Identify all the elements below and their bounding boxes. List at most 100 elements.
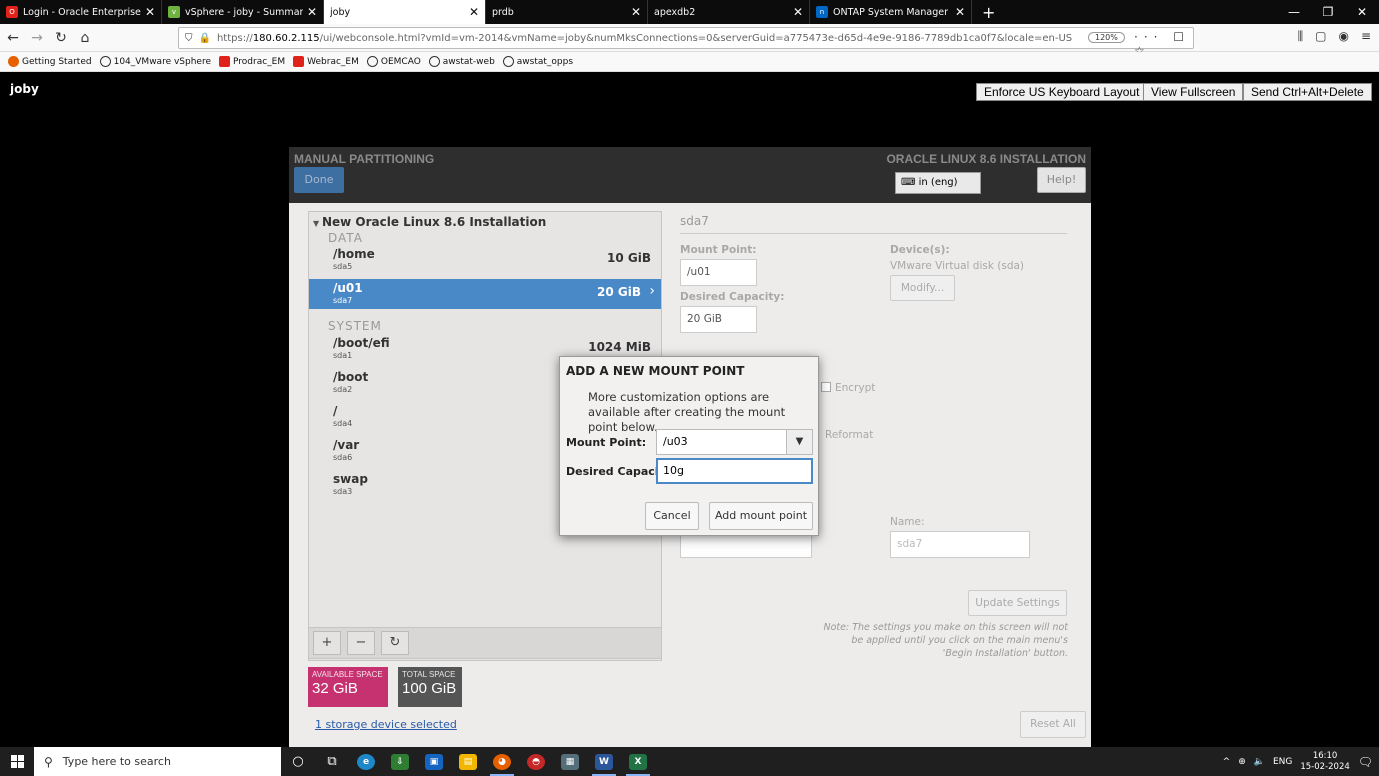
- bookmark-prodrac[interactable]: Prodrac_EM: [219, 56, 285, 67]
- close-window-icon[interactable]: ✕: [1345, 0, 1379, 24]
- enforce-keyboard-button[interactable]: Enforce US Keyboard Layout: [976, 83, 1148, 101]
- cortana-icon[interactable]: ○: [281, 747, 315, 776]
- toolbar-right: ⫼ ▢ ◉ ≡: [1298, 29, 1371, 44]
- keyboard-icon: ⌨: [901, 177, 919, 188]
- restore-icon[interactable]: ❐: [1311, 0, 1345, 24]
- clock[interactable]: 16:10 15-02-2024: [1300, 751, 1349, 773]
- firefox-icon[interactable]: ◕: [485, 747, 519, 776]
- bookmark-webrac[interactable]: Webrac_EM: [293, 56, 359, 67]
- mount-size: 10 GiB: [607, 251, 651, 265]
- mount-point-combo[interactable]: /u03 ▼: [656, 429, 813, 455]
- close-icon[interactable]: ✕: [955, 5, 965, 19]
- excel-icon[interactable]: X: [621, 747, 655, 776]
- modify-button[interactable]: Modify...: [890, 275, 955, 301]
- library-icon[interactable]: ⫼: [1298, 29, 1304, 44]
- oracle-icon: [219, 56, 231, 67]
- send-ctrl-alt-delete-button[interactable]: Send Ctrl+Alt+Delete: [1243, 83, 1372, 101]
- done-button[interactable]: Done: [294, 167, 344, 193]
- app-swirl-icon[interactable]: ◓: [519, 747, 553, 776]
- oracle-icon: [293, 56, 305, 67]
- bookmark-vsphere[interactable]: 104_VMware vSphere: [99, 56, 211, 67]
- add-icon[interactable]: +: [313, 631, 341, 655]
- firefox-icon: [8, 56, 19, 67]
- windows-taskbar: ⚲ Type here to search ○ ⧉ e ⇩ ▣ ▤ ◕ ◓ ▦ …: [0, 747, 1379, 776]
- storage-device-link[interactable]: 1 storage device selected: [315, 718, 457, 731]
- keyboard-label: in (eng): [918, 177, 958, 188]
- help-button[interactable]: Help!: [1037, 167, 1086, 193]
- word-icon[interactable]: W: [587, 747, 621, 776]
- spoke-title: MANUAL PARTITIONING: [294, 152, 435, 166]
- bookmark-awstat-opps[interactable]: awstat_opps: [502, 56, 573, 67]
- remove-icon[interactable]: −: [347, 631, 375, 655]
- edge-icon[interactable]: e: [349, 747, 383, 776]
- minimize-icon[interactable]: —: [1277, 0, 1311, 24]
- forward-icon[interactable]: →: [26, 30, 48, 46]
- monitor-app-icon[interactable]: ▦: [553, 747, 587, 776]
- zoom-level[interactable]: 120%: [1088, 32, 1125, 43]
- taskbar-search[interactable]: ⚲ Type here to search: [34, 747, 281, 776]
- tab-oem[interactable]: O Login - Oracle Enterprise Mana ✕: [0, 0, 162, 24]
- mount-name: /boot/efi: [333, 336, 390, 350]
- tab-apexdb2[interactable]: apexdb2 ✕: [648, 0, 810, 24]
- installation-note: Note: The settings you make on this scre…: [823, 622, 1069, 659]
- name-field[interactable]: sda7: [890, 531, 1030, 558]
- bookmark-label: Getting Started: [22, 56, 92, 67]
- close-icon[interactable]: ✕: [307, 5, 317, 19]
- account-icon[interactable]: ◉: [1338, 29, 1348, 44]
- chevron-up-icon[interactable]: ^: [1223, 757, 1231, 767]
- available-space-label: AVAILABLE SPACE: [312, 670, 383, 679]
- refresh-icon[interactable]: ↻: [381, 631, 409, 655]
- desired-capacity-input[interactable]: 10g: [656, 458, 813, 484]
- reset-all-button[interactable]: Reset All: [1020, 711, 1086, 738]
- new-tab-button[interactable]: +: [972, 0, 1005, 24]
- bookmark-label: OEMCAO: [380, 56, 421, 67]
- chevron-right-icon: ›: [649, 283, 655, 299]
- menu-icon[interactable]: ≡: [1361, 29, 1371, 44]
- keyboard-layout-indicator[interactable]: ⌨ in (eng): [895, 172, 981, 194]
- close-icon[interactable]: ✕: [469, 5, 479, 19]
- mount-point-input[interactable]: /u03: [663, 435, 688, 448]
- list-item[interactable]: /u01 sda7 20 GiB ›: [309, 279, 661, 309]
- back-icon[interactable]: ←: [2, 30, 24, 46]
- reload-icon[interactable]: ↻: [50, 30, 72, 46]
- bookmark-awstat-web[interactable]: awstat-web: [428, 56, 495, 67]
- mount-name: /home: [333, 247, 375, 261]
- home-icon[interactable]: ⌂: [74, 30, 96, 46]
- list-item[interactable]: /home sda5 10 GiB: [309, 245, 661, 275]
- address-bar[interactable]: ⛉ 🔒 https://180.60.2.115/ui/webconsole.h…: [178, 27, 1194, 58]
- tab-ontap[interactable]: n ONTAP System Manager ✕: [810, 0, 972, 24]
- close-icon[interactable]: ✕: [631, 5, 641, 19]
- sidebar-icon[interactable]: ▢: [1315, 29, 1326, 44]
- add-mount-point-button[interactable]: Add mount point: [709, 502, 813, 530]
- section-data: DATA: [328, 231, 363, 245]
- close-icon[interactable]: ✕: [145, 5, 155, 19]
- bookmark-getting-started[interactable]: Getting Started: [8, 56, 92, 67]
- devices-value: VMware Virtual disk (sda): [890, 260, 1025, 272]
- tab-vsphere[interactable]: v vSphere - joby - Summary ✕: [162, 0, 324, 24]
- tab-title: Login - Oracle Enterprise Mana: [23, 6, 141, 18]
- network-icon[interactable]: ⊕: [1238, 757, 1246, 767]
- notification-icon[interactable]: 🗨: [1358, 755, 1373, 769]
- lock-warning-icon[interactable]: 🔒: [199, 33, 211, 44]
- language-indicator[interactable]: ENG: [1273, 757, 1292, 767]
- mount-point-field[interactable]: /u01: [680, 259, 757, 286]
- shield-icon[interactable]: ⛉: [185, 33, 193, 44]
- start-button[interactable]: [0, 747, 34, 776]
- chevron-down-icon[interactable]: ▼: [786, 430, 812, 454]
- tab-prdb[interactable]: prdb ✕: [486, 0, 648, 24]
- view-fullscreen-button[interactable]: View Fullscreen: [1143, 83, 1244, 101]
- oracle-icon: O: [6, 6, 18, 18]
- file-explorer-icon[interactable]: ▤: [451, 747, 485, 776]
- remote-desktop-icon[interactable]: ▣: [417, 747, 451, 776]
- update-settings-button[interactable]: Update Settings: [968, 590, 1067, 616]
- desired-capacity-field[interactable]: 20 GiB: [680, 306, 757, 333]
- close-icon[interactable]: ✕: [793, 5, 803, 19]
- cancel-button[interactable]: Cancel: [645, 502, 699, 530]
- encrypt-checkbox[interactable]: [821, 382, 831, 392]
- tab-joby[interactable]: joby ✕: [324, 0, 486, 24]
- task-view-icon[interactable]: ⧉: [315, 747, 349, 776]
- bookmark-oemcao[interactable]: OEMCAO: [366, 56, 421, 67]
- installation-title[interactable]: ▼ New Oracle Linux 8.6 Installation: [313, 215, 546, 229]
- speaker-icon[interactable]: 🔈: [1254, 757, 1265, 767]
- installer-app-icon[interactable]: ⇩: [383, 747, 417, 776]
